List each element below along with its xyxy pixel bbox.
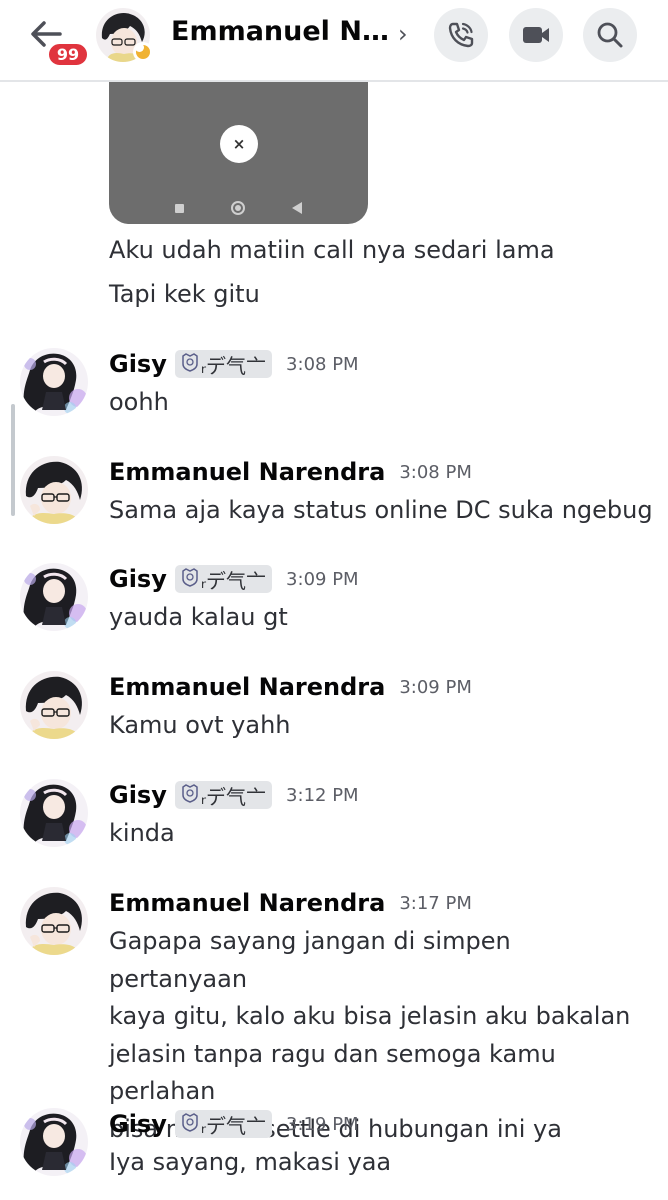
avatar-image-icon <box>20 348 88 416</box>
nav-home-icon <box>231 201 245 215</box>
timestamp: 3:12 PM <box>286 784 359 806</box>
message-line: Gapapa sayang jangan di simpen pertanyaa… <box>109 927 511 993</box>
timestamp: 3:08 PM <box>399 461 472 483</box>
server-tag[interactable]: ᵣデ气亠 <box>174 350 273 378</box>
message-line: Iya sayang, makasi yaa <box>109 1148 392 1176</box>
author-name[interactable]: Gisy <box>109 565 167 593</box>
search-icon <box>597 22 623 48</box>
video-camera-icon <box>523 27 549 43</box>
channel-header: 99 Emmanuel Na... › <box>0 0 668 82</box>
tag-badge-icon <box>181 1112 199 1137</box>
author-name[interactable]: Gisy <box>109 1110 167 1138</box>
message-header: Emmanuel Narendra 3:09 PM <box>109 671 472 703</box>
image-attachment[interactable]: × <box>109 58 368 224</box>
message-content: kinda <box>109 815 654 853</box>
message-content: yauda kalau gt <box>109 599 654 637</box>
avatar[interactable] <box>20 563 88 631</box>
author-name[interactable]: Gisy <box>109 350 167 378</box>
message-header: Gisy ᵣデ气亠 3:08 PM <box>109 348 359 380</box>
timestamp: 3:09 PM <box>399 676 472 698</box>
message-header: Gisy ᵣデ气亠 3:09 PM <box>109 563 359 595</box>
message-content: Iya sayang, makasi yaa <box>109 1144 654 1182</box>
message-line: Tapi kek gitu <box>109 280 260 308</box>
avatar-image-icon <box>20 887 88 955</box>
message-content: oohh <box>109 384 654 422</box>
avatar[interactable] <box>20 779 88 847</box>
avatar[interactable] <box>20 456 88 524</box>
channel-title[interactable]: Emmanuel Na... <box>171 16 389 47</box>
tag-badge-icon <box>181 352 199 377</box>
idle-status-icon <box>133 42 153 62</box>
avatar[interactable] <box>20 1108 88 1176</box>
author-name[interactable]: Emmanuel Narendra <box>109 673 385 701</box>
avatar-image-icon <box>20 1108 88 1176</box>
avatar[interactable] <box>20 348 88 416</box>
message-header: Gisy ᵣデ气亠 3:12 PM <box>109 779 359 811</box>
server-tag-text: ᵣデ气亠 <box>200 353 267 378</box>
tag-badge-icon <box>181 783 199 808</box>
message-line: Sama aja kaya status online DC suka ngeb… <box>109 496 653 524</box>
server-tag-text: ᵣデ气亠 <box>200 568 267 593</box>
close-icon: × <box>220 125 258 163</box>
server-tag[interactable]: ᵣデ气亠 <box>174 781 273 809</box>
message-line: kaya gitu, kalo aku bisa jelasin aku bak… <box>109 1002 631 1030</box>
video-call-button[interactable] <box>509 8 563 62</box>
avatar-image-icon <box>20 779 88 847</box>
message-line: Aku udah matiin call nya sedari lama <box>109 236 555 264</box>
message-header: Emmanuel Narendra 3:08 PM <box>109 456 472 488</box>
nav-recents-icon <box>175 204 184 213</box>
author-name[interactable]: Gisy <box>109 781 167 809</box>
message-content: Sama aja kaya status online DC suka ngeb… <box>109 492 654 530</box>
avatar[interactable] <box>20 671 88 739</box>
phone-icon <box>448 22 474 48</box>
avatar-image-icon <box>20 456 88 524</box>
voice-call-button[interactable] <box>434 8 488 62</box>
message-header: Gisy ᵣデ气亠 3:19 PM <box>109 1108 359 1140</box>
avatar-image-icon <box>20 671 88 739</box>
avatar-image-icon <box>20 563 88 631</box>
avatar[interactable] <box>20 887 88 955</box>
nav-back-icon <box>292 202 302 214</box>
chevron-right-icon[interactable]: › <box>398 20 408 48</box>
server-tag-text: ᵣデ气亠 <box>200 784 267 809</box>
message-line: jelasin tanpa ragu dan semoga kamu perla… <box>109 1039 556 1106</box>
message-line: Kamu ovt yahh <box>109 711 291 739</box>
server-tag-text: ᵣデ气亠 <box>200 1113 267 1138</box>
unread-badge: 99 <box>46 41 90 68</box>
timestamp: 3:08 PM <box>286 353 359 375</box>
scrollbar[interactable] <box>11 404 15 516</box>
message-header: Emmanuel Narendra 3:17 PM <box>109 887 472 919</box>
timestamp: 3:17 PM <box>399 892 472 914</box>
message-line: kinda <box>109 819 175 847</box>
message-content: Kamu ovt yahh <box>109 707 654 745</box>
timestamp: 3:09 PM <box>286 568 359 590</box>
author-name[interactable]: Emmanuel Narendra <box>109 889 385 917</box>
message-line: oohh <box>109 388 169 416</box>
author-name[interactable]: Emmanuel Narendra <box>109 458 385 486</box>
message-line: yauda kalau gt <box>109 603 288 631</box>
search-button[interactable] <box>583 8 637 62</box>
server-tag[interactable]: ᵣデ气亠 <box>174 1110 273 1138</box>
tag-badge-icon <box>181 567 199 592</box>
timestamp: 3:19 PM <box>286 1113 359 1135</box>
server-tag[interactable]: ᵣデ气亠 <box>174 565 273 593</box>
